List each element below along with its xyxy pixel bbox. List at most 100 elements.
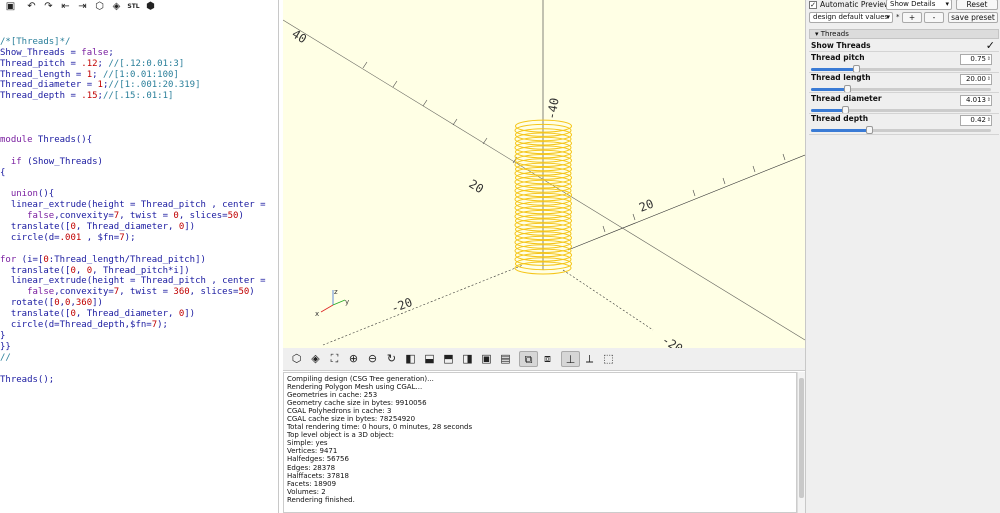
code-line[interactable]: Thread_length = 1; //[1:0.01:100]: [0, 70, 278, 81]
code-line[interactable]: [0, 26, 278, 37]
code-line[interactable]: circle(d=.001 , $fn=7);: [0, 233, 278, 244]
details-select[interactable]: Show Details: [886, 0, 952, 10]
code-line[interactable]: }: [0, 331, 278, 342]
export-stl-icon[interactable]: STL: [125, 1, 142, 13]
code-line[interactable]: Thread_depth = .15;//[.15:.01:1]: [0, 91, 278, 102]
code-token: //[.15:.01:1]: [102, 91, 174, 102]
orthogonal-icon[interactable]: ⧈: [538, 351, 557, 367]
code-line[interactable]: //: [0, 353, 278, 364]
code-token: ]): [184, 222, 196, 233]
auto-preview-checkbox[interactable]: ✓: [809, 0, 817, 9]
reset-view-icon[interactable]: ↻: [382, 351, 401, 367]
code-line[interactable]: union(){: [0, 189, 278, 200]
remove-preset-button[interactable]: -: [924, 12, 944, 23]
code-token: ;: [108, 47, 114, 58]
code-line[interactable]: Thread_pitch = .12; //[.12:0.01:3]: [0, 59, 278, 70]
code-line[interactable]: Thread_diameter = 1;//[1:.001:20.319]: [0, 80, 278, 91]
code-line[interactable]: Threads();: [0, 375, 278, 386]
slider-fill: [811, 68, 856, 71]
export-3d-icon[interactable]: ⬢: [142, 1, 159, 13]
preview-icon[interactable]: ⬡: [287, 351, 306, 367]
code-line[interactable]: [0, 146, 278, 157]
zoom-out-icon[interactable]: ⊖: [363, 351, 382, 367]
code-line[interactable]: for (i=[0:Thread_length/Thread_pitch]): [0, 255, 278, 266]
code-token: translate([: [0, 265, 71, 276]
show-axes-icon[interactable]: ⊥: [561, 351, 580, 367]
code-line[interactable]: rotate([0,0,360]): [0, 298, 278, 309]
undo-icon[interactable]: ↶: [23, 1, 40, 13]
console-line: Compiling design (CSG Tree generation)..…: [287, 375, 434, 383]
code-token: =: [65, 47, 82, 58]
axes-gizmo: z x y: [315, 288, 349, 318]
view-right-icon[interactable]: ◧: [401, 351, 420, 367]
thread-pitch-spinbox[interactable]: 0.75: [960, 54, 992, 65]
view-bottom-icon[interactable]: ⬒: [439, 351, 458, 367]
show-threads-checkbox[interactable]: ✓: [986, 40, 995, 51]
code-line[interactable]: {: [0, 168, 278, 179]
console-line: Total rendering time: 0 hours, 0 minutes…: [287, 423, 473, 432]
save-preset-button[interactable]: save preset: [948, 12, 998, 23]
code-line[interactable]: [0, 178, 278, 189]
code-line[interactable]: linear_extrude(height = Thread_pitch , c…: [0, 200, 278, 211]
zoom-all-icon[interactable]: ⛶: [325, 351, 344, 367]
add-preset-button[interactable]: +: [902, 12, 922, 23]
code-line[interactable]: linear_extrude(height = Thread_pitch , c…: [0, 276, 278, 287]
viewport-canvas[interactable]: 40 20 20 -20 -20 -40 z x y: [283, 0, 805, 348]
code-token: ,convexity=: [54, 287, 114, 298]
preset-select[interactable]: design default values: [809, 12, 893, 23]
show-edges-icon[interactable]: ⬚: [599, 351, 618, 367]
scrollbar-thumb[interactable]: [799, 378, 804, 498]
code-line[interactable]: [0, 124, 278, 135]
code-line[interactable]: }}: [0, 342, 278, 353]
group-header-threads[interactable]: ▾ Threads: [809, 29, 999, 39]
indent-icon[interactable]: ⇥: [74, 1, 91, 13]
code-line[interactable]: translate([0, Thread_diameter, 0]): [0, 309, 278, 320]
thread-depth-spinbox[interactable]: 0.42: [960, 115, 992, 126]
unindent-icon[interactable]: ⇤: [57, 1, 74, 13]
code-line[interactable]: [0, 113, 278, 124]
code-line[interactable]: false,convexity=7, twist = 0, slices=50): [0, 211, 278, 222]
axis-label: -20: [389, 295, 414, 316]
console-scrollbar[interactable]: [797, 372, 805, 513]
render-icon[interactable]: ◈: [108, 1, 125, 13]
auto-preview-label: Automatic Preview: [820, 0, 891, 9]
perspective-icon[interactable]: ⧉: [519, 351, 538, 367]
code-line[interactable]: translate([0, 0, Thread_pitch*i]): [0, 265, 278, 277]
slider-handle[interactable]: [865, 126, 873, 134]
thread-length-slider[interactable]: [811, 85, 991, 93]
view-back-icon[interactable]: ▤: [496, 351, 515, 367]
code-editor[interactable]: ▣ ↶ ↷ ⇤ ⇥ ⬡ ◈ STL ⬢ /*[Threads]*/Show_Th…: [0, 0, 279, 513]
thread-pitch-slider[interactable]: [811, 65, 991, 73]
show-scale-icon[interactable]: ⟂: [580, 351, 599, 367]
code-line[interactable]: false,convexity=7, twist = 360, slices=5…: [0, 287, 278, 298]
reset-button[interactable]: Reset: [956, 0, 998, 10]
code-line[interactable]: translate([0, Thread_diameter, 0]): [0, 222, 278, 233]
code-line[interactable]: [0, 102, 278, 113]
thread-length-spinbox[interactable]: 20.00: [960, 74, 992, 85]
view-top-icon[interactable]: ⬓: [420, 351, 439, 367]
code-line[interactable]: /*[Threads]*/: [0, 37, 278, 48]
param-label: Thread pitch: [811, 53, 865, 62]
code-text[interactable]: /*[Threads]*/Show_Threads = false; Thread…: [0, 26, 278, 386]
axis-label: 20: [637, 197, 656, 215]
thread-diameter-spinbox[interactable]: 4.013: [960, 95, 992, 106]
view-front-icon[interactable]: ▣: [477, 351, 496, 367]
code-line[interactable]: module Threads(){: [0, 135, 278, 146]
view-left-icon[interactable]: ◨: [458, 351, 477, 367]
render-icon[interactable]: ◈: [306, 351, 325, 367]
code-line[interactable]: circle(d=Thread_depth,$fn=7);: [0, 320, 278, 331]
code-line[interactable]: [0, 364, 278, 375]
console-output[interactable]: Compiling design (CSG Tree generation)..…: [283, 372, 797, 513]
3d-viewport[interactable]: 40 20 20 -20 -20 -40 z x y: [283, 0, 805, 348]
thread-depth-slider[interactable]: [811, 126, 991, 134]
code-line[interactable]: [0, 244, 278, 255]
code-line[interactable]: if (Show_Threads): [0, 157, 278, 168]
code-token: translate([: [0, 309, 71, 320]
zoom-in-icon[interactable]: ⊕: [344, 351, 363, 367]
redo-icon[interactable]: ↷: [40, 1, 57, 13]
thread-diameter-slider[interactable]: [811, 106, 991, 114]
code-line[interactable]: Show_Threads = false;: [0, 47, 278, 59]
preview-icon[interactable]: ⬡: [91, 1, 108, 13]
save-icon[interactable]: ▣: [2, 1, 19, 13]
param-label: Thread length: [811, 73, 871, 82]
